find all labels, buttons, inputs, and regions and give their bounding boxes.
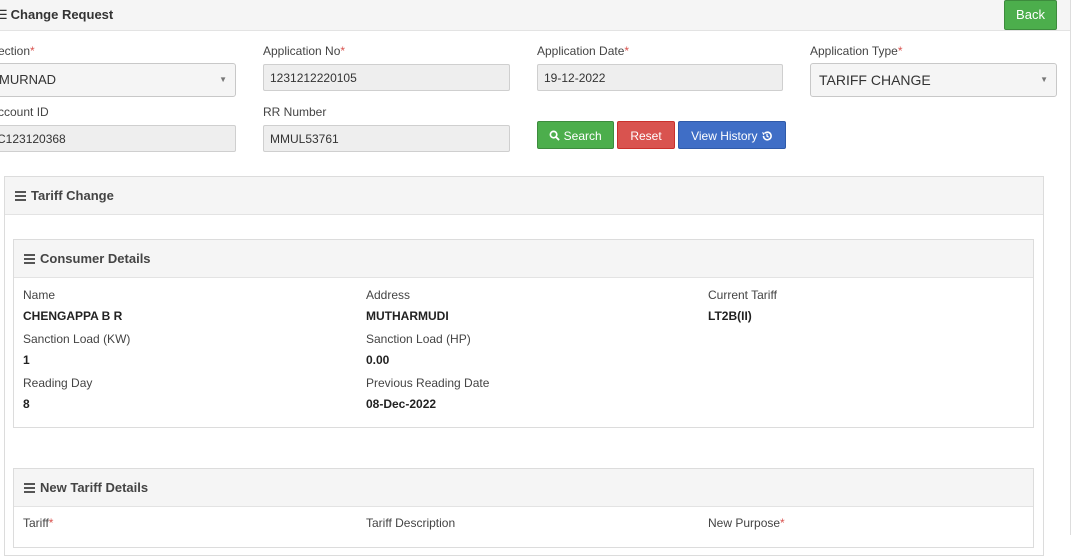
menu-icon: ☰ (0, 7, 8, 22)
application-type-label: Application Type* (810, 44, 903, 58)
dropdown-caret-icon: ▼ (1040, 75, 1048, 84)
name-label: Name (23, 288, 56, 302)
tariff-change-title: Tariff Change (31, 188, 114, 203)
page-header: ☰ Change Request Back (0, 0, 1070, 31)
vertical-scrollbar[interactable] (1070, 0, 1087, 535)
previous-reading-date-value: 08-Dec-2022 (366, 397, 437, 411)
sanction-load-kw-value: 1 (23, 353, 30, 367)
reading-day-label: Reading Day (23, 376, 93, 390)
current-tariff-label: Current Tariff (708, 288, 777, 302)
list-icon (24, 252, 35, 266)
page-title: ☰ Change Request (0, 7, 113, 23)
consumer-details-header: Consumer Details (14, 240, 1033, 278)
application-date-field[interactable]: 19-12-2022 (537, 64, 783, 91)
new-purpose-label: New Purpose* (708, 516, 785, 530)
address-value: MUTHARMUDI (366, 309, 449, 323)
tariff-description-label: Tariff Description (366, 516, 456, 530)
rr-number-field[interactable]: MMUL53761 (263, 125, 510, 152)
reading-day-value: 8 (23, 397, 30, 411)
list-icon (24, 481, 35, 495)
tariff-change-header: Tariff Change (5, 177, 1043, 215)
current-tariff-value: LT2B(II) (708, 309, 752, 323)
sanction-load-kw-label: Sanction Load (KW) (23, 332, 131, 346)
address-label: Address (366, 288, 411, 302)
section-select[interactable]: MURNAD ▼ (0, 63, 236, 97)
new-tariff-details-header: New Tariff Details (14, 469, 1033, 507)
application-no-label: Application No* (263, 44, 346, 58)
consumer-details-panel: Consumer Details Name CHENGAPPA B R Addr… (13, 239, 1034, 428)
previous-reading-date-label: Previous Reading Date (366, 376, 490, 390)
dropdown-caret-icon: ▼ (219, 75, 227, 84)
name-value: CHENGAPPA B R (23, 309, 123, 323)
reset-button[interactable]: Reset (617, 121, 675, 149)
new-tariff-details-title: New Tariff Details (40, 480, 149, 495)
application-no-field[interactable]: 1231212220105 (263, 64, 510, 91)
account-id-label: ccount ID (0, 105, 49, 119)
search-icon (549, 129, 563, 143)
search-button[interactable]: Search (537, 121, 614, 149)
section-label: ection* (0, 44, 35, 58)
back-button[interactable]: Back (1004, 0, 1057, 30)
sanction-load-hp-label: Sanction Load (HP) (366, 332, 471, 346)
history-icon (761, 129, 773, 143)
account-id-field[interactable]: C123120368 (0, 125, 236, 152)
tariff-label: Tariff* (23, 516, 54, 530)
view-history-button[interactable]: View History (678, 121, 786, 149)
new-tariff-details-panel: New Tariff Details Tariff* Tariff Descri… (13, 468, 1034, 548)
application-date-label: Application Date* (537, 44, 630, 58)
consumer-details-title: Consumer Details (40, 251, 151, 266)
sanction-load-hp-value: 0.00 (366, 353, 390, 367)
application-type-select[interactable]: TARIFF CHANGE ▼ (810, 63, 1057, 97)
list-icon (15, 189, 26, 203)
rr-number-label: RR Number (263, 105, 327, 119)
